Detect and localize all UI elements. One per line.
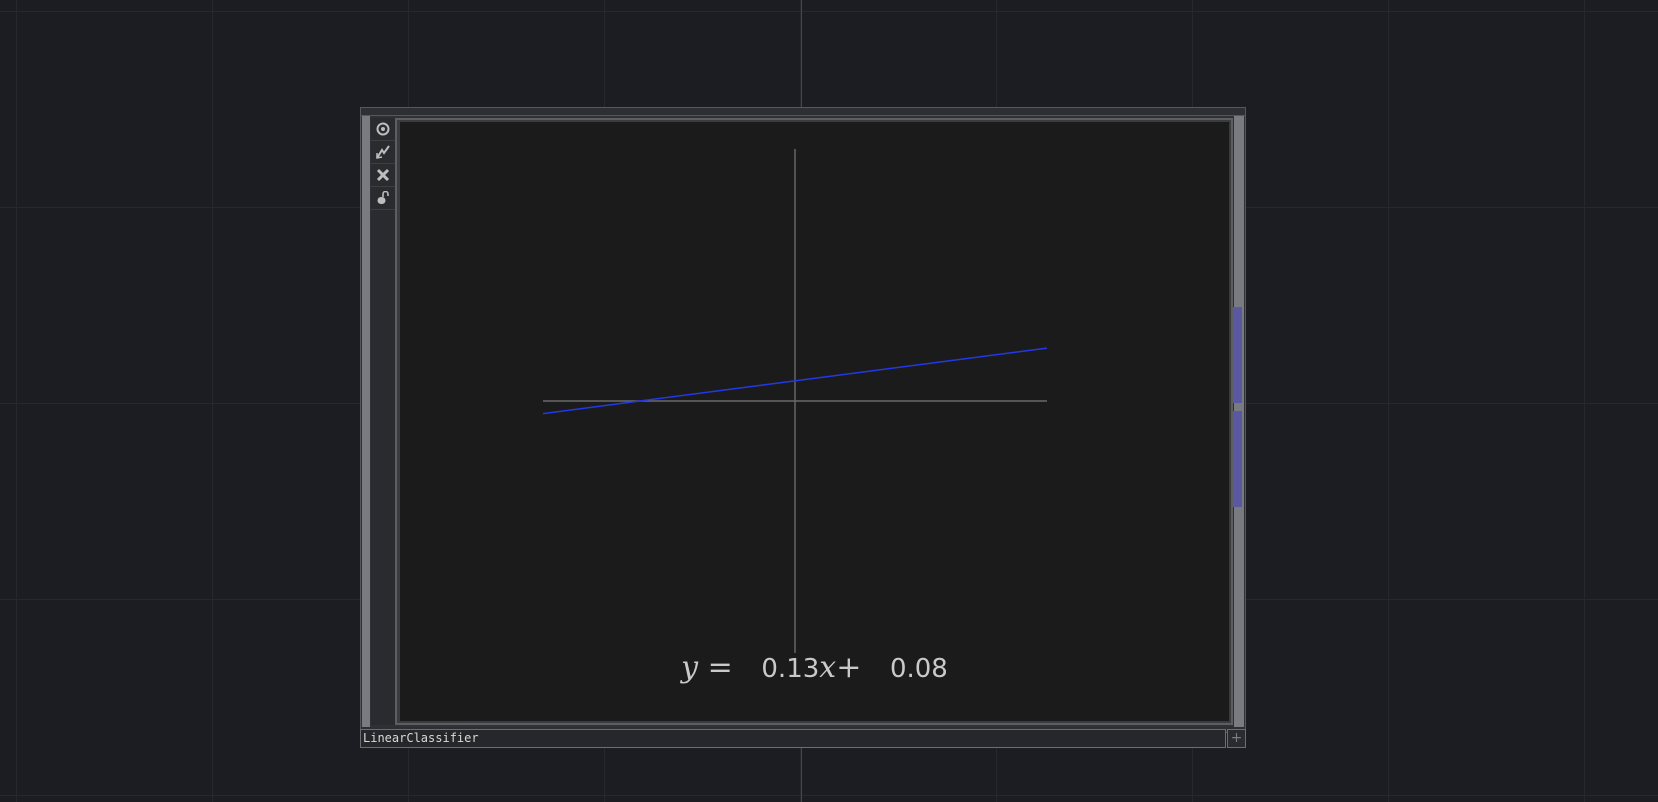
equation-x-symbol: x bbox=[819, 650, 837, 685]
network-canvas[interactable]: y = 0.13x+ 0.08 LinearClassifier + bbox=[0, 0, 1658, 802]
output-connector-tab[interactable] bbox=[1233, 411, 1242, 507]
node-top-bar[interactable] bbox=[360, 107, 1246, 116]
viewer-frame: y = 0.13x+ 0.08 bbox=[395, 118, 1233, 725]
equation-slope: 0.13 bbox=[761, 654, 820, 684]
output-connector-rail[interactable] bbox=[1233, 116, 1244, 727]
target-icon bbox=[376, 122, 390, 136]
lock-icon bbox=[377, 191, 389, 204]
viewer-toggle-button[interactable] bbox=[371, 118, 395, 141]
x-icon bbox=[376, 168, 390, 182]
node-toolbar bbox=[371, 118, 395, 725]
equation-y-symbol: y bbox=[681, 650, 699, 685]
add-button[interactable]: + bbox=[1227, 729, 1246, 748]
equation-intercept: 0.08 bbox=[889, 654, 948, 684]
equation-equals: = bbox=[707, 650, 733, 685]
line-equation: y = 0.13x+ 0.08 bbox=[400, 650, 1229, 685]
plot-viewer[interactable]: y = 0.13x+ 0.08 bbox=[400, 122, 1229, 721]
close-button[interactable] bbox=[371, 164, 395, 187]
bypass-button[interactable] bbox=[371, 141, 395, 164]
linear-classifier-node[interactable]: y = 0.13x+ 0.08 LinearClassifier + bbox=[360, 107, 1246, 748]
input-connector-rail[interactable] bbox=[362, 116, 370, 727]
line-plot bbox=[542, 149, 1048, 653]
output-connector-tab[interactable] bbox=[1233, 307, 1242, 403]
node-name-field[interactable]: LinearClassifier bbox=[360, 729, 1226, 748]
lightning-icon bbox=[376, 145, 390, 159]
node-body: y = 0.13x+ 0.08 bbox=[360, 116, 1246, 727]
lock-button[interactable] bbox=[371, 187, 395, 210]
equation-plus: + bbox=[836, 650, 862, 685]
